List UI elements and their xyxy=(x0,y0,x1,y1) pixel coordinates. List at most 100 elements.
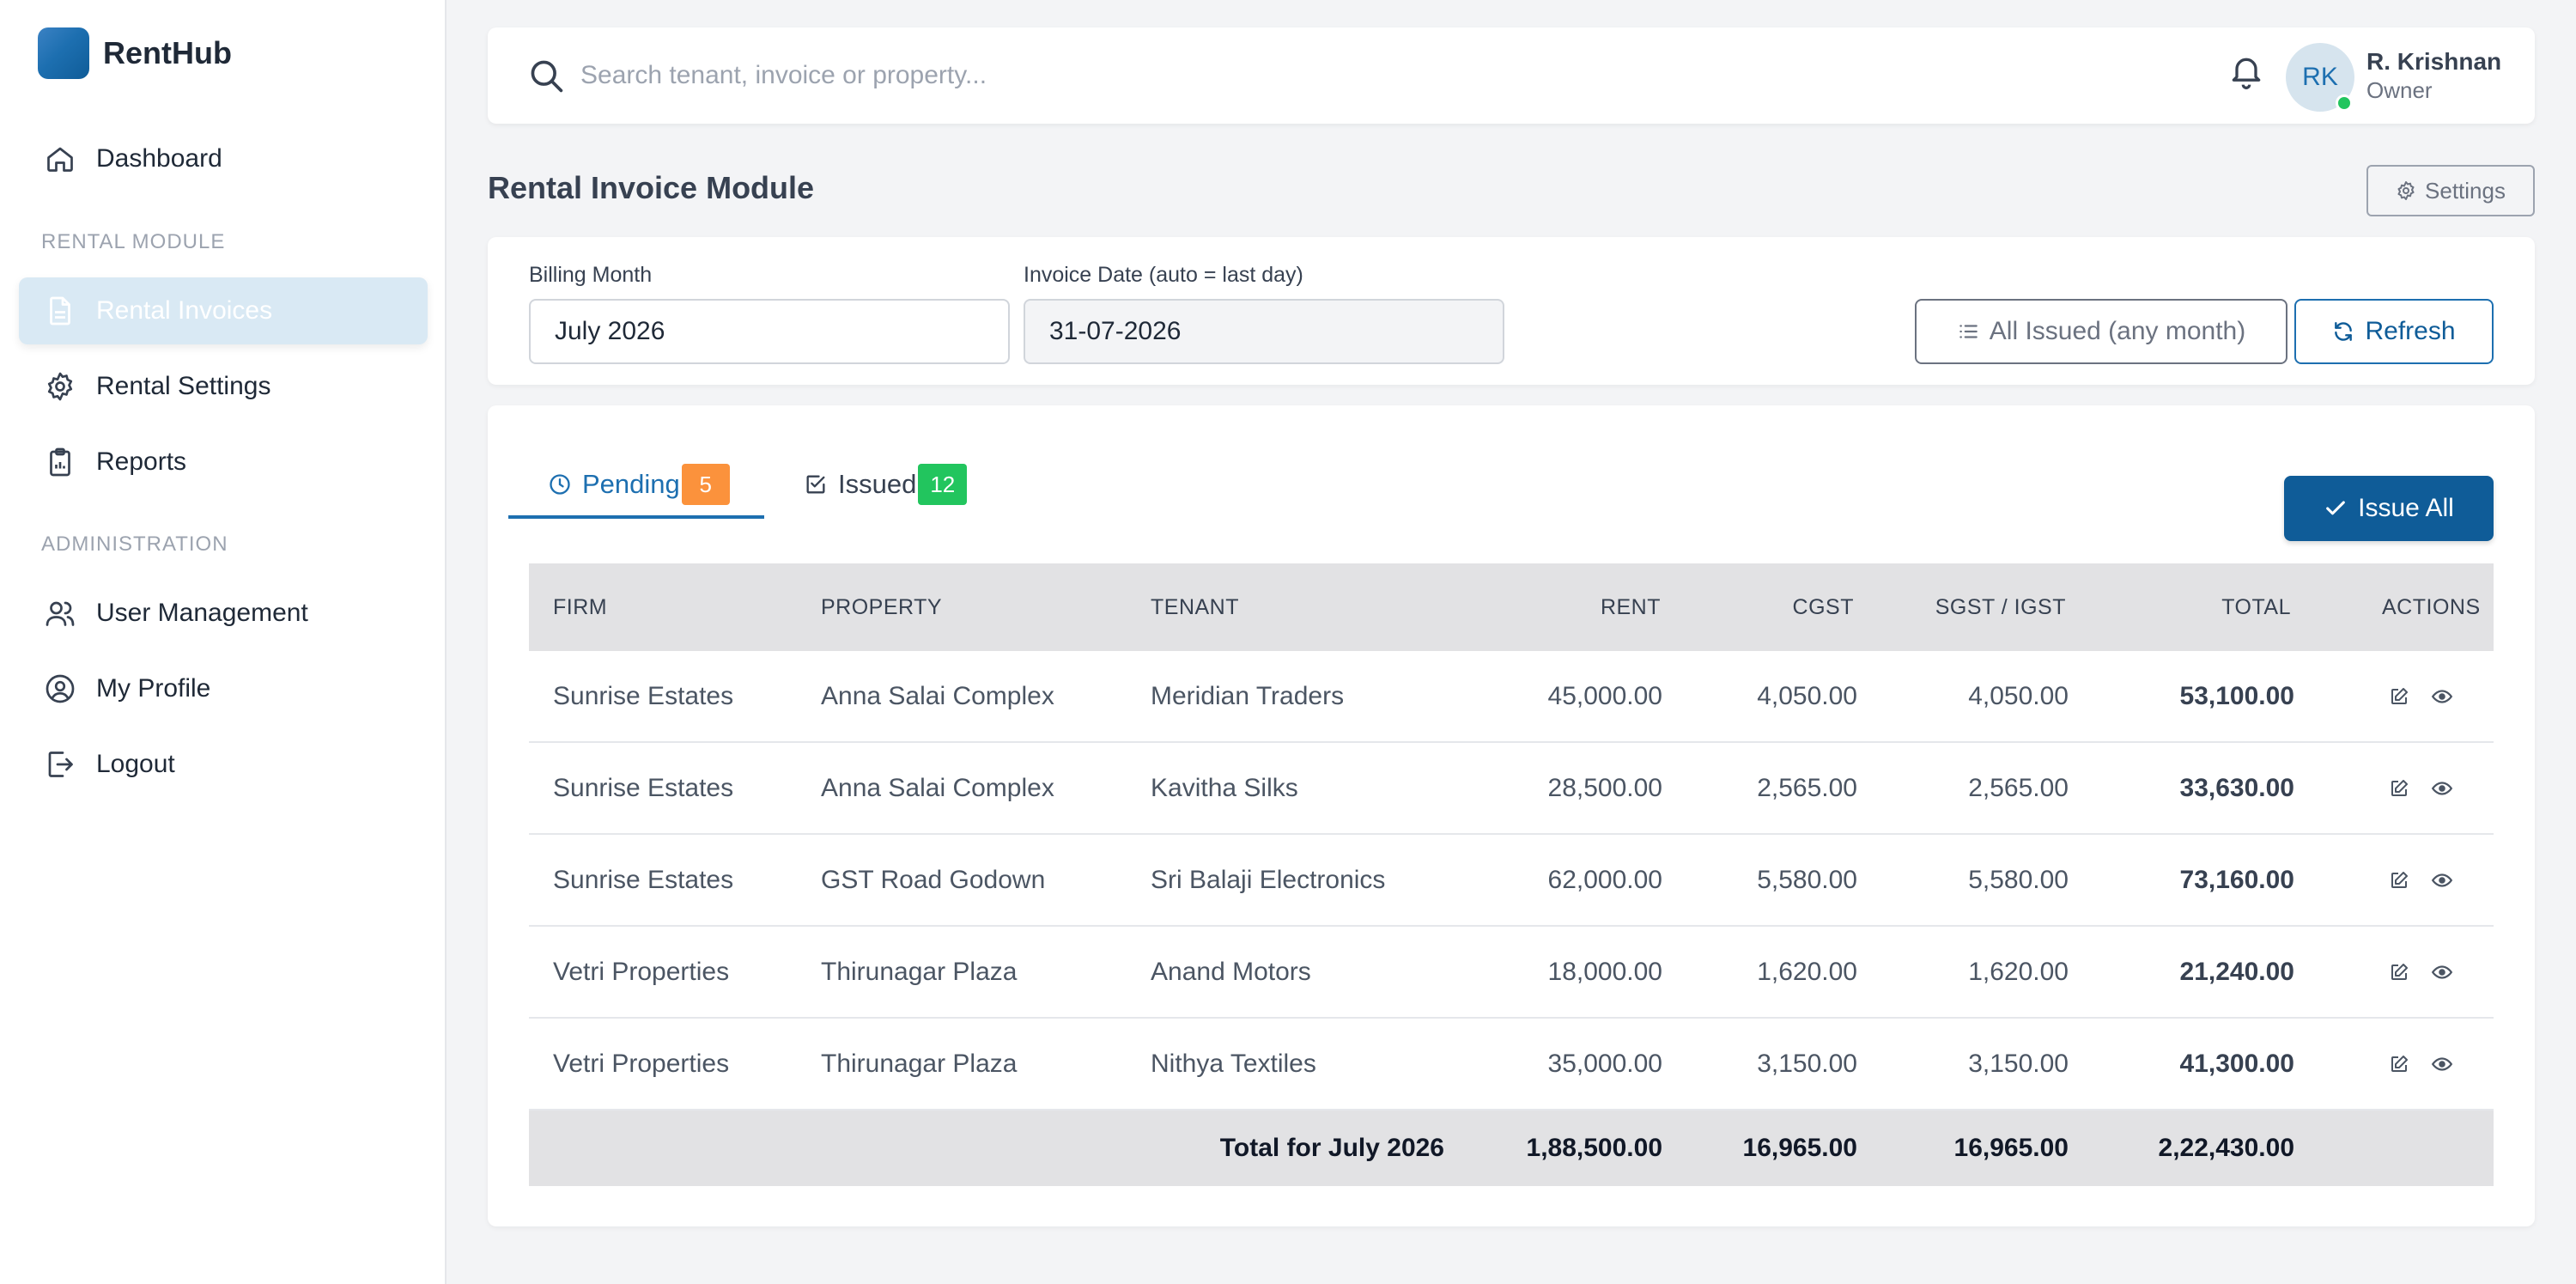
issue-all-label: Issue All xyxy=(2358,494,2454,522)
header-total[interactable]: TOTAL xyxy=(2221,563,2291,651)
sidebar-item-label: Rental Settings xyxy=(96,372,271,400)
pending-count-badge: 5 xyxy=(681,464,730,505)
clock-icon xyxy=(550,474,570,495)
cell-sgst: 1,620.00 xyxy=(1968,957,2069,986)
user-name: R. Krishnan xyxy=(2366,48,2502,75)
header-rent[interactable]: RENT xyxy=(1601,563,1661,651)
app-logo[interactable]: RentHub xyxy=(38,27,232,79)
page-title: Rental Invoice Module xyxy=(488,170,815,205)
cell-property: GST Road Godown xyxy=(821,865,1046,894)
refresh-button[interactable]: Refresh xyxy=(2294,299,2494,364)
table-row: Sunrise Estates GST Road Godown Sri Bala… xyxy=(529,835,2494,927)
cell-firm: Sunrise Estates xyxy=(553,773,734,802)
invoice-date-input[interactable]: 31-07-2026 xyxy=(1024,299,1504,364)
sidebar-item-reports[interactable]: Reports xyxy=(19,429,428,496)
logout-icon xyxy=(43,747,77,782)
invoice-date-label: Invoice Date (auto = last day) xyxy=(1024,263,1303,287)
cell-tenant: Anand Motors xyxy=(1151,957,1311,986)
view-eye-icon[interactable] xyxy=(2425,955,2459,989)
cell-sgst: 5,580.00 xyxy=(1968,865,2069,894)
sidebar-item-dashboard[interactable]: Dashboard xyxy=(19,125,428,192)
gear-icon xyxy=(2397,181,2415,200)
all-issued-button[interactable]: All Issued (any month) xyxy=(1915,299,2287,364)
cell-rent: 18,000.00 xyxy=(1547,957,1662,986)
row-actions xyxy=(2382,651,2468,741)
cell-tenant: Nithya Textiles xyxy=(1151,1049,1316,1078)
sidebar-item-label: User Management xyxy=(96,599,308,627)
sidebar: RentHub Dashboard RENTAL MODULE Rental I… xyxy=(0,0,447,1284)
edit-icon[interactable] xyxy=(2382,863,2416,898)
row-actions xyxy=(2382,835,2468,925)
settings-button-label: Settings xyxy=(2425,177,2506,204)
cell-sgst: 4,050.00 xyxy=(1968,681,2069,710)
header-tenant[interactable]: TENANT xyxy=(1151,563,1239,651)
cell-sgst: 2,565.00 xyxy=(1968,773,2069,802)
total-label: Total for July 2026 xyxy=(1219,1134,1444,1162)
settings-button[interactable]: Settings xyxy=(2366,165,2535,216)
section-administration: ADMINISTRATION xyxy=(41,532,228,556)
section-rental-module: RENTAL MODULE xyxy=(41,230,226,253)
tab-pending[interactable]: Pending 5 xyxy=(548,457,730,512)
user-role: Owner xyxy=(2366,77,2433,103)
total-cgst: 16,965.00 xyxy=(1742,1134,1857,1162)
refresh-icon xyxy=(2335,322,2353,341)
view-eye-icon[interactable] xyxy=(2425,771,2459,806)
edit-icon[interactable] xyxy=(2382,1047,2416,1081)
edit-icon[interactable] xyxy=(2382,955,2416,989)
refresh-label: Refresh xyxy=(2365,317,2456,345)
table-header: FIRM PROPERTY TENANT RENT CGST SGST / IG… xyxy=(529,563,2494,651)
cell-property: Anna Salai Complex xyxy=(821,681,1054,710)
cell-rent: 45,000.00 xyxy=(1547,681,1662,710)
notification-bell-icon[interactable] xyxy=(2227,53,2265,95)
cell-cgst: 2,565.00 xyxy=(1757,773,1857,802)
row-actions xyxy=(2382,1019,2468,1109)
cell-rent: 35,000.00 xyxy=(1547,1049,1662,1078)
cell-total: 41,300.00 xyxy=(2179,1049,2294,1078)
cell-cgst: 3,150.00 xyxy=(1757,1049,1857,1078)
tab-issued[interactable]: Issued 12 xyxy=(804,457,968,512)
total-sgst: 16,965.00 xyxy=(1953,1134,2069,1162)
cell-cgst: 5,580.00 xyxy=(1757,865,1857,894)
edit-icon[interactable] xyxy=(2382,771,2416,806)
cell-tenant: Meridian Traders xyxy=(1151,681,1345,710)
cell-total: 33,630.00 xyxy=(2179,773,2294,802)
sidebar-item-user-management[interactable]: User Management xyxy=(19,580,428,647)
active-tab-indicator xyxy=(508,515,764,519)
users-icon xyxy=(43,596,77,630)
cell-total: 21,240.00 xyxy=(2179,957,2294,986)
sidebar-item-label: Dashboard xyxy=(96,144,222,173)
edit-icon[interactable] xyxy=(2382,679,2416,714)
table-footer-total: Total for July 2026 1,88,500.00 16,965.0… xyxy=(529,1111,2494,1186)
cell-rent: 28,500.00 xyxy=(1547,773,1662,802)
total-rent: 1,88,500.00 xyxy=(1526,1134,1662,1162)
user-circle-icon xyxy=(43,672,77,706)
search-icon xyxy=(527,57,565,99)
billing-month-input[interactable]: July 2026 xyxy=(529,299,1010,364)
search-input[interactable] xyxy=(580,52,1783,100)
logo-mark-icon xyxy=(38,27,89,79)
row-actions xyxy=(2382,743,2468,833)
sidebar-item-my-profile[interactable]: My Profile xyxy=(19,655,428,722)
cell-firm: Sunrise Estates xyxy=(553,681,734,710)
sidebar-item-label: Rental Invoices xyxy=(96,296,273,325)
cell-firm: Vetri Properties xyxy=(553,1049,730,1078)
view-eye-icon[interactable] xyxy=(2425,1047,2459,1081)
header-sgst-igst[interactable]: SGST / IGST xyxy=(1935,563,2066,651)
gear-icon xyxy=(43,369,77,404)
cell-cgst: 4,050.00 xyxy=(1757,681,1857,710)
filter-card: Billing Month July 2026 Invoice Date (au… xyxy=(488,237,2535,385)
header-property[interactable]: PROPERTY xyxy=(821,563,942,651)
header-firm[interactable]: FIRM xyxy=(553,563,607,651)
top-bar: RK R. Krishnan Owner xyxy=(488,27,2535,124)
issue-all-button[interactable]: Issue All xyxy=(2284,476,2494,541)
sidebar-item-rental-settings[interactable]: Rental Settings xyxy=(19,353,428,420)
header-cgst[interactable]: CGST xyxy=(1793,563,1854,651)
cell-total: 73,160.00 xyxy=(2179,865,2294,894)
sidebar-item-rental-invoices[interactable]: Rental Invoices xyxy=(19,277,428,344)
cell-property: Thirunagar Plaza xyxy=(821,957,1018,986)
view-eye-icon[interactable] xyxy=(2425,863,2459,898)
grand-total: 2,22,430.00 xyxy=(2158,1134,2294,1162)
table-row: Vetri Properties Thirunagar Plaza Nithya… xyxy=(529,1019,2494,1111)
view-eye-icon[interactable] xyxy=(2425,679,2459,714)
sidebar-item-logout[interactable]: Logout xyxy=(19,731,428,798)
